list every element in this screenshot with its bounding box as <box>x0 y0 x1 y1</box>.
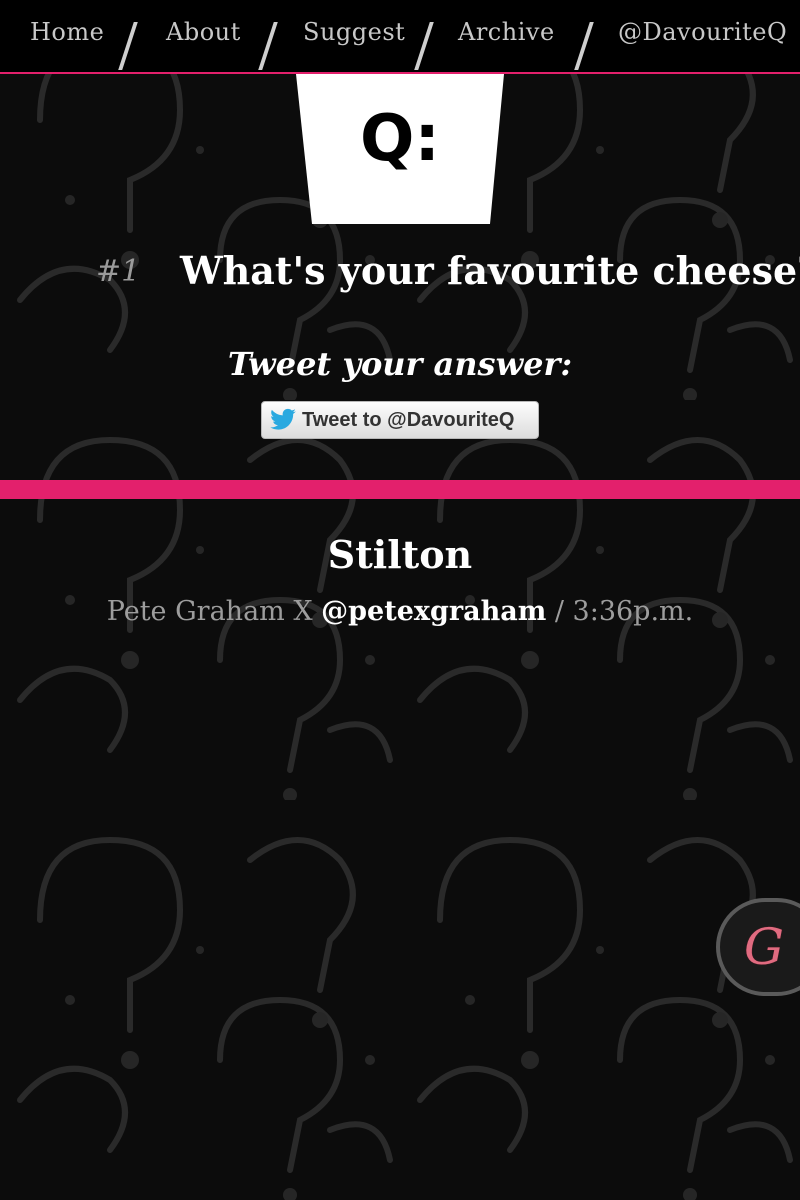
nav-separator <box>414 22 434 70</box>
nav-separator <box>118 22 138 70</box>
logo-text: Q: <box>360 102 440 176</box>
answer-author: Pete Graham X <box>106 596 313 627</box>
question-number: #1 <box>96 254 141 289</box>
top-nav: Home About Suggest Archive @DavouriteQ <box>0 0 800 74</box>
tweet-prompt: Tweet your answer: <box>227 345 573 383</box>
question-text: What's your favourite cheese? <box>180 248 800 293</box>
answer-time: 3:36p.m. <box>572 596 694 627</box>
nav-home-link[interactable]: Home <box>30 18 104 46</box>
g-logo-icon: G <box>744 918 784 976</box>
nav-twitter-handle-link[interactable]: @DavouriteQ <box>618 18 787 46</box>
nav-archive-link[interactable]: Archive <box>458 18 555 46</box>
nav-separator <box>258 22 278 70</box>
answer-handle-link[interactable]: @petexgraham <box>321 596 546 627</box>
site-logo[interactable]: Q: <box>0 74 800 224</box>
section-divider <box>0 480 800 499</box>
answer-byline: Pete Graham X @petexgraham / 3:36p.m. <box>0 596 800 627</box>
nav-about-link[interactable]: About <box>166 18 241 46</box>
twitter-bird-icon <box>270 408 296 430</box>
tweet-button[interactable]: Tweet to @DavouriteQ <box>261 401 539 439</box>
nav-suggest-link[interactable]: Suggest <box>303 18 405 46</box>
time-separator: / <box>546 596 573 627</box>
tweet-button-label: Tweet to @DavouriteQ <box>302 409 515 431</box>
nav-separator <box>574 22 594 70</box>
answer-text: Stilton <box>327 532 473 577</box>
